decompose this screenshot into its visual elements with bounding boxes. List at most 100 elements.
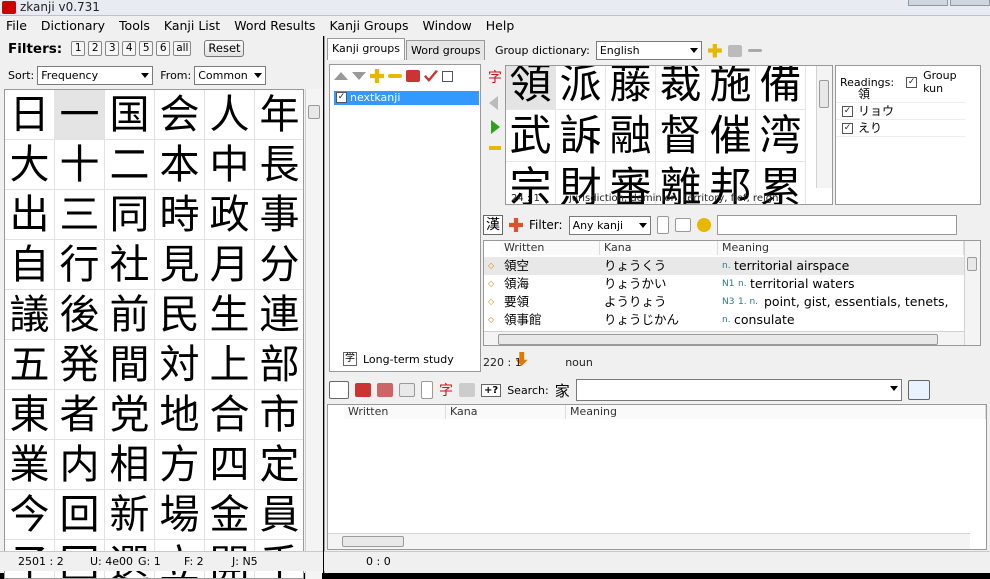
filter-button-4[interactable]: 4: [122, 41, 137, 56]
kanji-cell[interactable]: 会: [155, 90, 205, 140]
kanji-cell[interactable]: 員: [255, 490, 303, 540]
kanji-cell[interactable]: 日: [5, 90, 55, 140]
kanji-cell[interactable]: 内: [55, 440, 105, 490]
kanji-cell[interactable]: 三: [55, 190, 105, 240]
add-word-icon[interactable]: [509, 218, 523, 232]
word-results-scrollbar[interactable]: [964, 241, 980, 345]
kanji-cell[interactable]: 時: [155, 190, 205, 240]
search-kanji-icon[interactable]: 家: [555, 380, 570, 401]
kanji-cell[interactable]: 出: [5, 190, 55, 240]
search-input[interactable]: [575, 379, 902, 401]
reading-checkbox[interactable]: ✓: [842, 106, 853, 117]
dictionary-hscrollbar[interactable]: [328, 533, 970, 549]
kanji-cell[interactable]: 長: [255, 140, 303, 190]
examples-icon[interactable]: [696, 218, 711, 232]
column-written[interactable]: Written: [500, 241, 600, 255]
kanji-cell[interactable]: 定: [255, 440, 303, 490]
column-kana[interactable]: Kana: [600, 241, 718, 255]
filter-button-1[interactable]: 1: [71, 41, 86, 56]
group-kanji-cell[interactable]: 催: [706, 110, 756, 162]
minimize-button[interactable]: [908, 0, 948, 6]
menu-kanji-list[interactable]: Kanji List: [164, 16, 220, 36]
group-kanji-cell[interactable]: 施: [706, 66, 756, 110]
scroll-thumb[interactable]: [342, 536, 404, 547]
kanji-cell[interactable]: 人: [205, 90, 255, 140]
table-row[interactable]: ◇ 要領 ようりょう N3 1. n. point, gist, essentials, …: [484, 293, 964, 311]
kanji-cell[interactable]: 金: [205, 490, 255, 540]
group-kanji-cell[interactable]: 訴: [556, 110, 606, 162]
kanji-cell[interactable]: 発: [55, 340, 105, 390]
scroll-thumb[interactable]: [819, 80, 829, 108]
scroll-thumb[interactable]: [308, 105, 320, 119]
kanji-cell[interactable]: 市: [255, 390, 303, 440]
kanji-cell[interactable]: 生: [205, 290, 255, 340]
help-search-icon[interactable]: +?: [481, 383, 502, 397]
remove-kanji-icon[interactable]: [489, 146, 501, 150]
kanji-cell[interactable]: 本: [155, 140, 205, 190]
kanji-cell[interactable]: 相: [105, 440, 155, 490]
group-kanji-cell[interactable]: 領: [506, 66, 556, 110]
kanji-cell[interactable]: 上: [205, 340, 255, 390]
kanji-cell[interactable]: 行: [55, 240, 105, 290]
dictionary-list-icon[interactable]: [329, 381, 349, 399]
kanji-cell[interactable]: 事: [255, 190, 303, 240]
kanji-cell[interactable]: 後: [55, 290, 105, 340]
kanji-cell[interactable]: 同: [105, 190, 155, 240]
menu-word-results[interactable]: Word Results: [234, 16, 315, 36]
japanese-flag-icon[interactable]: [399, 383, 415, 397]
word-results-hscrollbar[interactable]: [484, 331, 964, 345]
filter-button-5[interactable]: 5: [139, 41, 154, 56]
kanji-cell[interactable]: 年: [255, 90, 303, 140]
select-all-checkbox[interactable]: [442, 70, 453, 82]
column-written[interactable]: Written: [344, 405, 446, 419]
sort-select[interactable]: Frequency: [37, 66, 154, 85]
kanji-mode-icon[interactable]: 漢: [483, 215, 503, 235]
group-dictionary-select[interactable]: English: [595, 41, 702, 60]
table-row[interactable]: ◇ 領空 りょうくう n. territorial airspace: [484, 257, 964, 275]
remove-group-icon[interactable]: [747, 49, 762, 52]
kanji-cell[interactable]: 政: [205, 190, 255, 240]
group-kanji-scrollbar[interactable]: [816, 66, 832, 188]
group-kanji-cell[interactable]: 武: [506, 110, 556, 162]
remove-icon[interactable]: [388, 74, 402, 78]
filter-button-all[interactable]: all: [173, 41, 192, 56]
kanji-cell[interactable]: 四: [205, 440, 255, 490]
kanji-cell[interactable]: 業: [5, 440, 55, 490]
add-icon[interactable]: [370, 69, 384, 83]
column-meaning[interactable]: Meaning: [566, 405, 986, 419]
group-kanji-cell[interactable]: 湾: [756, 110, 806, 162]
window-controls[interactable]: [908, 0, 990, 6]
kanji-cell[interactable]: 二: [105, 140, 155, 190]
menu-help[interactable]: Help: [486, 16, 515, 36]
list-icon[interactable]: [674, 218, 691, 232]
column-meaning[interactable]: Meaning: [718, 241, 964, 255]
kanji-cell[interactable]: 場: [155, 490, 205, 540]
group-kanji-cell[interactable]: 裁: [656, 66, 706, 110]
kanji-cell[interactable]: 大: [5, 140, 55, 190]
kanji-cell[interactable]: 今: [5, 490, 55, 540]
from-select[interactable]: Common: [194, 66, 267, 85]
kanji-cell[interactable]: 対: [155, 340, 205, 390]
rename-group-icon[interactable]: [727, 44, 742, 57]
menu-dictionary[interactable]: Dictionary: [41, 16, 105, 36]
kanji-cell[interactable]: 間: [105, 340, 155, 390]
kanji-cell[interactable]: 国: [105, 90, 155, 140]
past-present-future-icon[interactable]: [907, 380, 930, 400]
group-kanji-cell[interactable]: 藤: [606, 66, 656, 110]
scroll-thumb[interactable]: [967, 257, 977, 271]
kanji-cell[interactable]: 部: [255, 340, 303, 390]
previous-icon[interactable]: [489, 96, 498, 110]
filter-select[interactable]: Any kanji: [568, 215, 651, 235]
kanji-cell[interactable]: 中: [205, 140, 255, 190]
table-row[interactable]: ◇ 領事館 りょうじかん n. consulate: [484, 311, 964, 329]
kanji-cell[interactable]: 月: [205, 240, 255, 290]
kanji-cell[interactable]: 見: [155, 240, 205, 290]
reading-checkbox[interactable]: ✓: [842, 123, 853, 134]
word-search-input[interactable]: [716, 215, 957, 235]
kanji-cell[interactable]: 五: [5, 340, 55, 390]
tab-word-groups[interactable]: Word groups: [406, 40, 486, 60]
menu-tools[interactable]: Tools: [119, 16, 150, 36]
filter-button-6[interactable]: 6: [156, 41, 171, 56]
kanji-cell[interactable]: 東: [5, 390, 55, 440]
menu-window[interactable]: Window: [422, 16, 471, 36]
